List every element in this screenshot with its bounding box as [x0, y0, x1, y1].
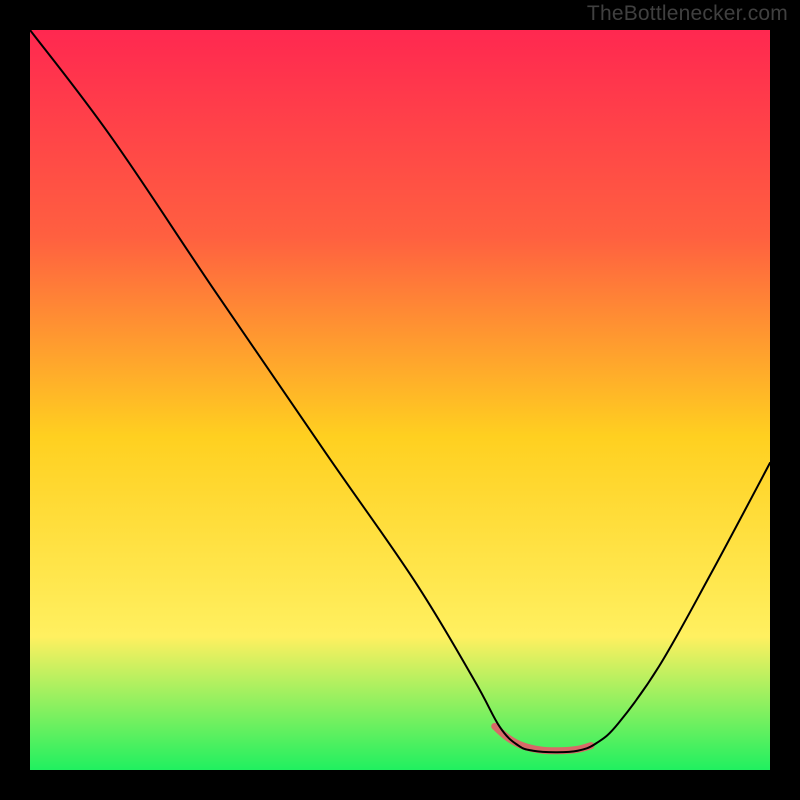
chart-svg	[0, 0, 800, 800]
watermark-text: TheBottlenecker.com	[587, 2, 788, 26]
plot-area	[30, 30, 770, 770]
chart-container: TheBottlenecker.com	[0, 0, 800, 800]
